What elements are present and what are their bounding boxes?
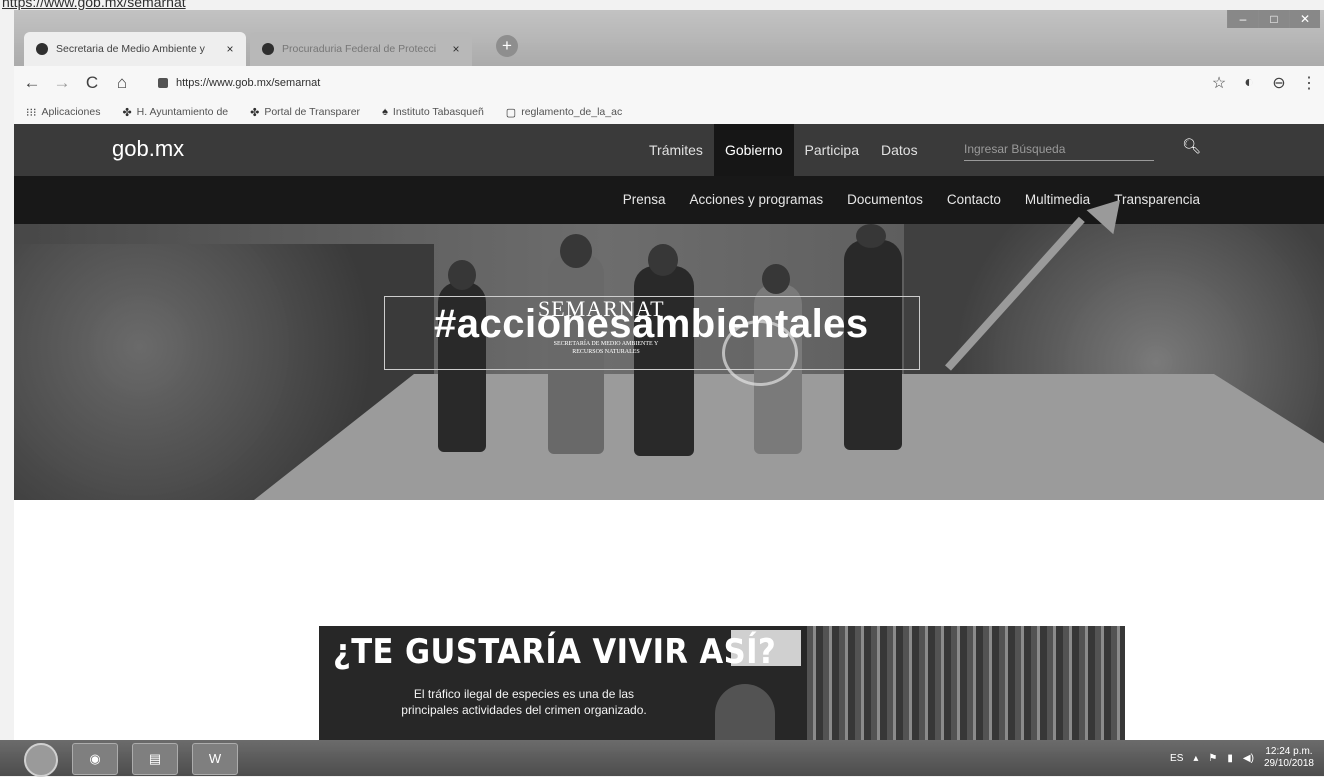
browser-window: – □ ✕ Secretaria de Medio Ambiente y × P… (14, 10, 1324, 740)
site-icon: ✤ (122, 106, 132, 119)
back-icon[interactable]: ← (20, 73, 44, 93)
browser-toolbar: ← → C ⌂ https://www.gob.mx/semarnat ☆ ◐ … (14, 66, 1324, 100)
start-button[interactable] (24, 743, 58, 777)
bookmark-label: reglamento_de_la_ac (521, 106, 623, 118)
subnav-prensa[interactable]: Prensa (611, 176, 678, 224)
forward-icon[interactable]: → (50, 73, 74, 93)
explorer-taskbar-icon[interactable]: ▤ (132, 743, 178, 775)
hero-banner[interactable]: SEMARNAT SECRETARÍA DE MEDIO AMBIENTE Y … (14, 224, 1324, 500)
chrome-taskbar-icon[interactable]: ◉ (72, 743, 118, 775)
bookmarks-bar: ⁝⁝⁝ Aplicaciones ✤ H. Ayuntamiento de ✤ … (14, 100, 1324, 125)
apps-grid-icon: ⁝⁝⁝ (26, 106, 37, 119)
bookmark-apps[interactable]: ⁝⁝⁝ Aplicaciones (26, 106, 100, 119)
tab-title: Procuraduria Federal de Protecci (282, 43, 437, 55)
nav-participa[interactable]: Participa (794, 124, 870, 176)
child-head (448, 260, 476, 290)
search-icon[interactable]: 🔍︎ (1182, 137, 1201, 155)
bookmark-label: H. Ayuntamiento de (136, 106, 229, 118)
taskbar: ◉ ▤ W ES ▴ ⚑ ▮ ◀) 12:24 p.m. 29/10/2018 (0, 740, 1324, 777)
favicon-icon (262, 43, 274, 55)
tab-bar: – □ ✕ Secretaria de Medio Ambiente y × P… (14, 10, 1324, 66)
tab-title: Secretaria de Medio Ambiente y (56, 43, 205, 55)
account-icon[interactable]: ⊖ (1264, 73, 1294, 93)
page-url-caption: https://www.gob.mx/semarnat (2, 0, 186, 10)
site-icon: ♠ (382, 106, 388, 118)
language-indicator[interactable]: ES (1170, 753, 1183, 764)
close-tab-icon[interactable]: × (448, 42, 464, 56)
banner-photo (807, 626, 1125, 740)
bookmark-label: Instituto Tabasqueñ (392, 106, 484, 118)
home-icon[interactable]: ⌂ (110, 73, 134, 93)
bookmark-label: Portal de Transparer (264, 106, 361, 118)
extension-icon[interactable]: ◐ (1234, 74, 1264, 92)
banner-title: ¿TE GUSTARÍA VIVIR ASÍ? (333, 632, 777, 672)
subnav-documentos[interactable]: Documentos (835, 176, 935, 224)
bookmark-transparencia[interactable]: ✤ Portal de Transparer (250, 106, 360, 119)
word-taskbar-icon[interactable]: W (192, 743, 238, 775)
site-header: gob.mx Trámites Gobierno Participa Datos… (14, 124, 1324, 176)
lock-icon (158, 78, 168, 88)
document-icon: ▢ (505, 106, 517, 119)
child-head (648, 244, 678, 276)
promo-banner[interactable]: ¿TE GUSTARÍA VIVIR ASÍ? El tráfico ilega… (319, 626, 1125, 740)
close-window-button[interactable]: ✕ (1289, 10, 1320, 28)
nav-gobierno[interactable]: Gobierno (713, 124, 794, 176)
child-head (856, 224, 886, 248)
search-input[interactable]: Ingresar Búsqueda (964, 138, 1154, 161)
subnav-acciones[interactable]: Acciones y programas (678, 176, 836, 224)
new-tab-button[interactable]: + (496, 35, 518, 57)
minimize-button[interactable]: – (1227, 10, 1258, 28)
nav-tramites[interactable]: Trámites (638, 124, 714, 176)
bookmark-ayuntamiento[interactable]: ✤ H. Ayuntamiento de (122, 106, 228, 119)
nav-datos[interactable]: Datos (870, 124, 929, 176)
tab-semarnat[interactable]: Secretaria de Medio Ambiente y × (24, 32, 246, 66)
subnav-contacto[interactable]: Contacto (935, 176, 1013, 224)
bookmark-instituto[interactable]: ♠ Instituto Tabasqueñ (382, 106, 484, 118)
menu-icon[interactable]: ⋮ (1294, 73, 1324, 93)
flag-icon[interactable]: ⚑ (1208, 753, 1217, 764)
person-image (715, 684, 775, 740)
child-head (762, 264, 790, 294)
gobmx-logo[interactable]: gob.mx (112, 136, 184, 162)
clock[interactable]: 12:24 p.m. 29/10/2018 (1264, 746, 1314, 770)
bookmark-label: Aplicaciones (41, 106, 101, 118)
clock-date: 29/10/2018 (1263, 758, 1314, 769)
system-tray: ES ▴ ⚑ ▮ ◀) 12:24 p.m. 29/10/2018 (1160, 740, 1314, 776)
hero-hashtag: #accionesambientales (434, 302, 869, 346)
maximize-button[interactable]: □ (1258, 10, 1289, 28)
banner-text: El tráfico ilegal de especies es una de … (401, 687, 647, 717)
window-controls: – □ ✕ (1227, 10, 1320, 30)
favicon-icon (36, 43, 48, 55)
reload-icon[interactable]: C (80, 73, 104, 93)
close-tab-icon[interactable]: × (222, 42, 238, 56)
top-nav: Trámites Gobierno Participa Datos (638, 124, 929, 176)
child-head (560, 234, 592, 268)
bookmark-star-icon[interactable]: ☆ (1204, 73, 1234, 93)
network-icon[interactable]: ▮ (1227, 753, 1233, 764)
tab-profepa[interactable]: Procuraduria Federal de Protecci × (250, 32, 472, 66)
tray-arrow-icon[interactable]: ▴ (1193, 753, 1198, 764)
clock-time: 12:24 p.m. (1265, 746, 1313, 757)
volume-icon[interactable]: ◀) (1243, 753, 1254, 764)
subnav-multimedia[interactable]: Multimedia (1013, 176, 1102, 224)
bookmark-reglamento[interactable]: ▢ reglamento_de_la_ac (506, 106, 622, 119)
address-bar[interactable]: https://www.gob.mx/semarnat (176, 77, 320, 89)
site-icon: ✤ (250, 106, 260, 119)
